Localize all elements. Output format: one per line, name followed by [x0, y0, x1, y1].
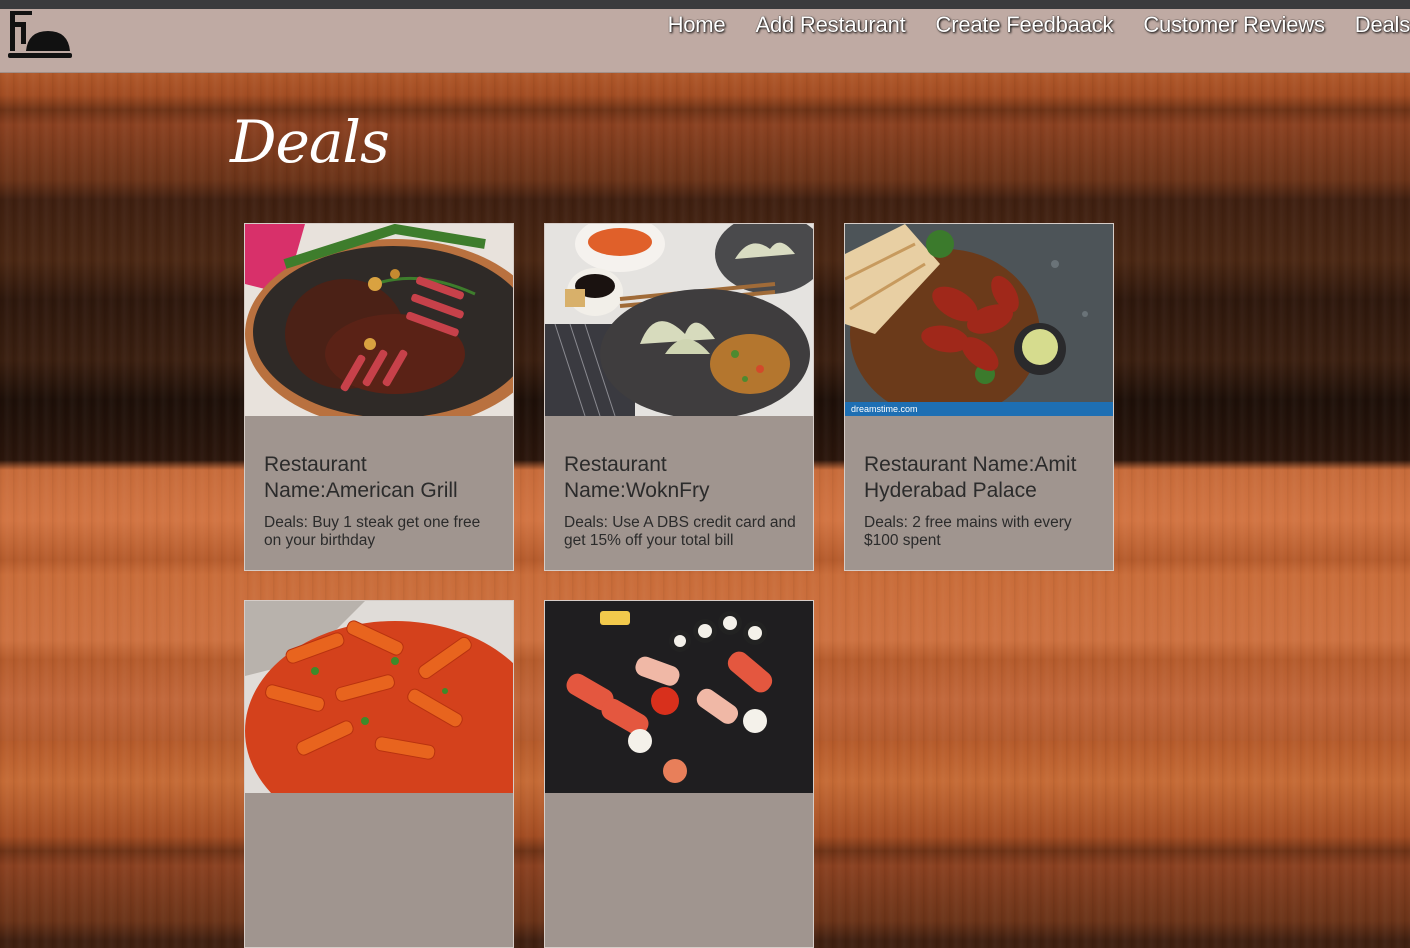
- nav-customer-reviews[interactable]: Customer Reviews: [1143, 12, 1325, 38]
- chicken-wings-image: dreamstime.com: [845, 224, 1113, 416]
- browser-strip: [0, 0, 1410, 9]
- restaurant-logo[interactable]: [8, 11, 72, 63]
- deal-text: Deals: Use A DBS credit card and get 15%…: [564, 514, 796, 549]
- page-title: Deals: [230, 108, 390, 176]
- deal-text: Deals: Buy 1 steak get one free on your …: [264, 514, 481, 549]
- deal-card[interactable]: [244, 600, 514, 948]
- nav-menu: Home Add Restaurant Create Feedbaack Cus…: [668, 12, 1410, 38]
- dumplings-image: [545, 224, 813, 416]
- restaurant-name: Restaurant Name:WoknFry: [564, 453, 710, 502]
- sushi-image: [545, 601, 813, 793]
- navbar: Home Add Restaurant Create Feedbaack Cus…: [0, 9, 1410, 73]
- nav-create-feedback[interactable]: Create Feedbaack: [936, 12, 1114, 38]
- steak-image: [245, 224, 513, 416]
- deal-text: Deals: 2 free mains with every $100 spen…: [864, 514, 1072, 549]
- nav-deals[interactable]: Deals: [1355, 12, 1410, 38]
- nav-home[interactable]: Home: [668, 12, 726, 38]
- penne-pasta-image: [245, 601, 513, 793]
- card-body: Restaurant Name:WoknFry Deals: Use A DBS…: [564, 452, 800, 550]
- nav-add-restaurant[interactable]: Add Restaurant: [755, 12, 905, 38]
- restaurant-name: Restaurant Name:Amit Hyderabad Palace: [864, 453, 1077, 502]
- deal-card[interactable]: [544, 600, 814, 948]
- deal-card[interactable]: dreamstime.com Restaurant Name:Amit Hyde…: [844, 223, 1114, 571]
- card-body: Restaurant Name:American Grill Deals: Bu…: [264, 452, 500, 550]
- image-watermark: dreamstime.com: [845, 402, 1113, 416]
- deal-card[interactable]: Restaurant Name:American Grill Deals: Bu…: [244, 223, 514, 571]
- deal-card[interactable]: Restaurant Name:WoknFry Deals: Use A DBS…: [544, 223, 814, 571]
- restaurant-name: Restaurant Name:American Grill: [264, 453, 458, 502]
- card-body: Restaurant Name:Amit Hyderabad Palace De…: [864, 452, 1100, 550]
